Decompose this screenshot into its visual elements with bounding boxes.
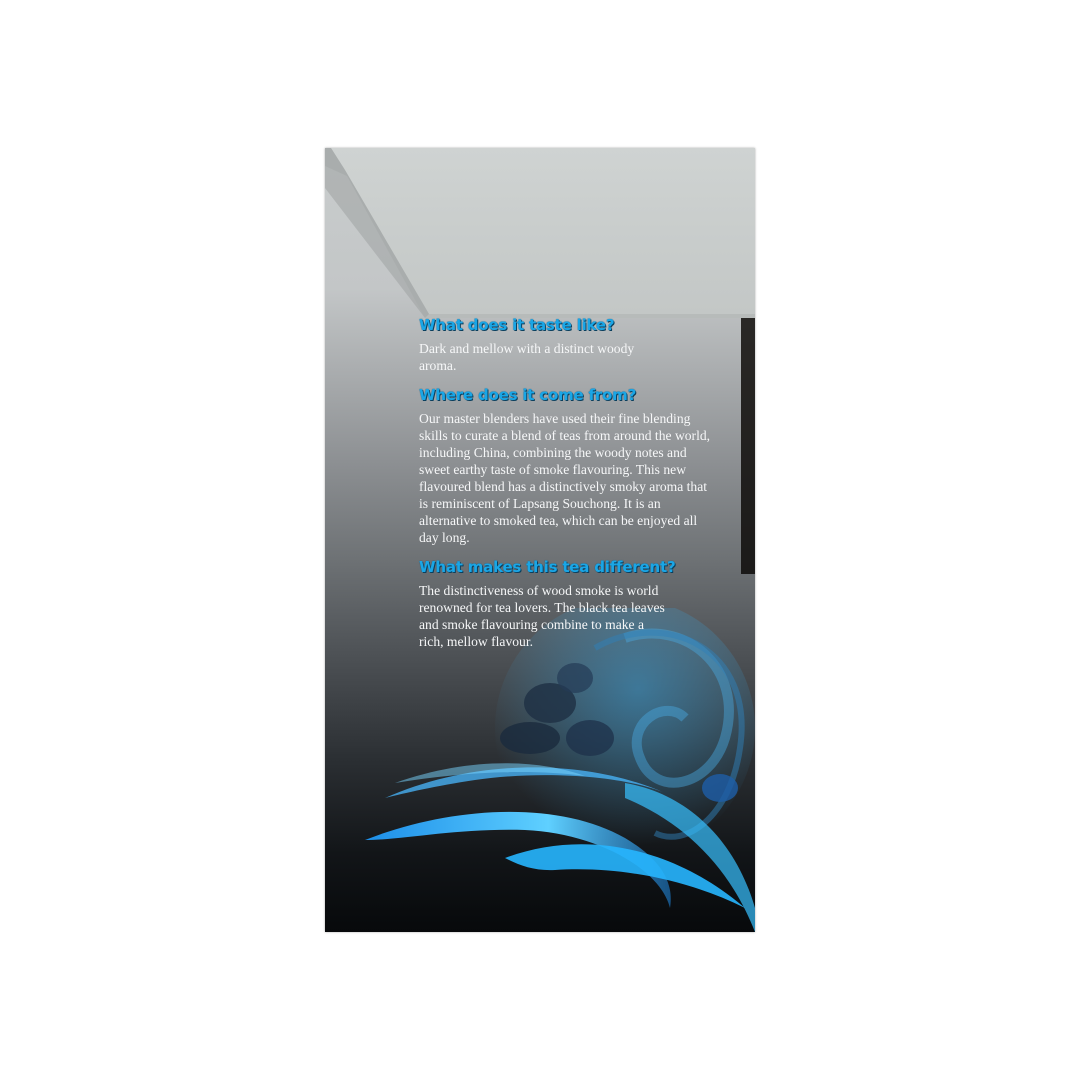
origin-heading: Where does it come from? — [419, 386, 637, 404]
difference-heading: What makes this tea different? — [419, 558, 676, 576]
origin-description: Our master blenders have used their fine… — [419, 411, 711, 545]
box-lid-flap — [325, 148, 755, 318]
difference-description: The distinctiveness of wood smoke is wor… — [419, 583, 665, 649]
taste-heading: What does it taste like? — [419, 316, 615, 334]
product-image: What does it taste like? Dark and mellow… — [0, 0, 1080, 1080]
description-panel: What does it taste like? Dark and mellow… — [419, 316, 715, 662]
box-edge-shadow — [741, 318, 755, 574]
tea-box-side-panel: What does it taste like? Dark and mellow… — [325, 148, 755, 932]
taste-description: Dark and mellow with a distinct woody ar… — [419, 341, 635, 373]
